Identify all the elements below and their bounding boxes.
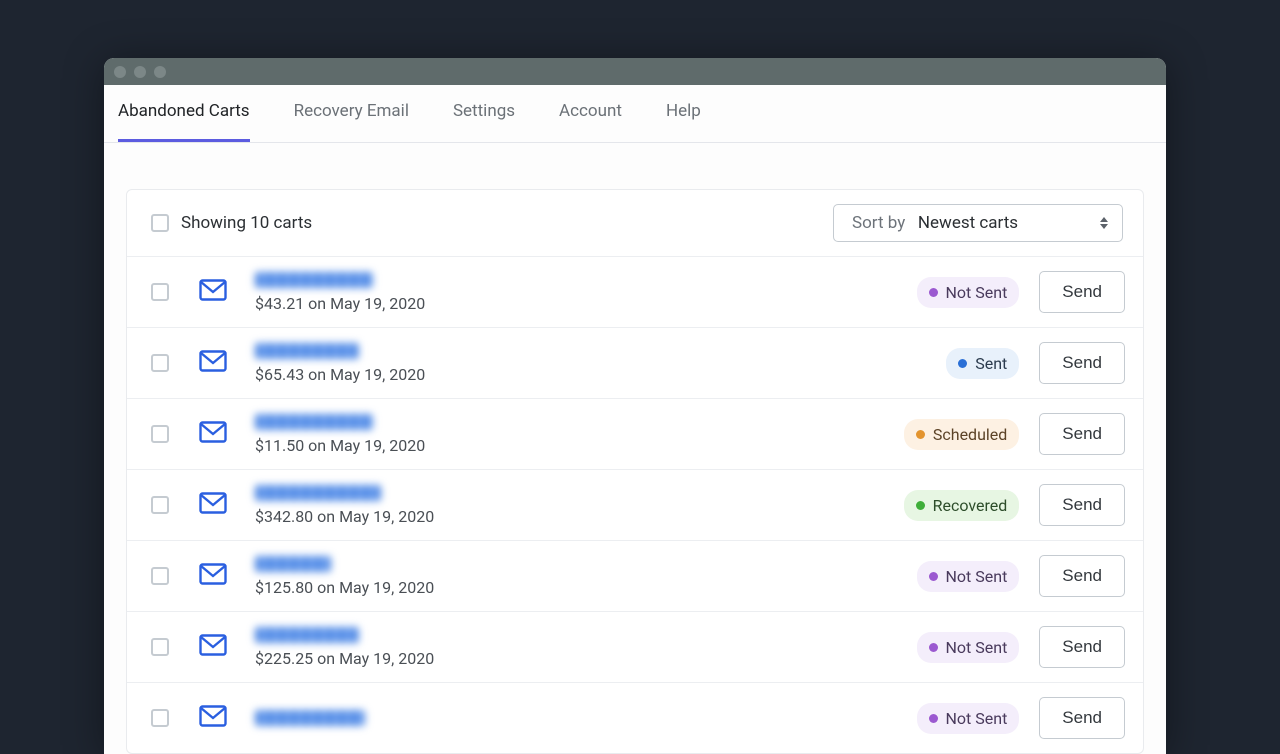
- row-info: [255, 710, 917, 726]
- status-badge: Not Sent: [917, 632, 1020, 663]
- cart-row: $342.80 on May 19, 2020 Recovered Send: [127, 469, 1143, 540]
- send-button[interactable]: Send: [1039, 555, 1125, 597]
- row-meta: $342.80 on May 19, 2020: [255, 507, 904, 526]
- row-checkbox[interactable]: [151, 354, 169, 372]
- row-checkbox[interactable]: [151, 567, 169, 585]
- mail-icon: [199, 421, 227, 443]
- status-dot-icon: [929, 288, 938, 297]
- content: Showing 10 carts Sort by Newest carts $4…: [104, 143, 1166, 754]
- titlebar: [104, 58, 1166, 85]
- tab-recovery-email[interactable]: Recovery Email: [294, 101, 409, 142]
- mail-icon: [199, 350, 227, 372]
- customer-name-redacted: [255, 556, 331, 572]
- status-text: Not Sent: [946, 709, 1008, 728]
- mail-icon[interactable]: [199, 705, 227, 731]
- status-text: Not Sent: [946, 283, 1008, 302]
- sort-label: Sort by: [852, 213, 905, 233]
- showing-count: Showing 10 carts: [181, 213, 312, 233]
- cart-row: $65.43 on May 19, 2020 Sent Send: [127, 327, 1143, 398]
- status-text: Not Sent: [946, 567, 1008, 586]
- status-text: Recovered: [933, 496, 1008, 515]
- mail-icon[interactable]: [199, 421, 227, 447]
- send-button[interactable]: Send: [1039, 413, 1125, 455]
- status-dot-icon: [958, 359, 967, 368]
- mail-icon[interactable]: [199, 634, 227, 660]
- send-button[interactable]: Send: [1039, 626, 1125, 668]
- row-meta: $43.21 on May 19, 2020: [255, 294, 917, 313]
- row-meta: $65.43 on May 19, 2020: [255, 365, 946, 384]
- mail-icon[interactable]: [199, 279, 227, 305]
- send-button[interactable]: Send: [1039, 484, 1125, 526]
- mail-icon: [199, 634, 227, 656]
- carts-card: Showing 10 carts Sort by Newest carts $4…: [126, 189, 1144, 754]
- status-text: Scheduled: [933, 425, 1007, 444]
- mail-icon: [199, 705, 227, 727]
- row-checkbox[interactable]: [151, 496, 169, 514]
- row-meta: $11.50 on May 19, 2020: [255, 436, 904, 455]
- status-text: Sent: [975, 354, 1007, 373]
- status-dot-icon: [916, 430, 925, 439]
- send-button[interactable]: Send: [1039, 697, 1125, 739]
- customer-name-redacted: [255, 343, 359, 359]
- row-info: $225.25 on May 19, 2020: [255, 627, 917, 668]
- status-dot-icon: [929, 572, 938, 581]
- status-dot-icon: [929, 714, 938, 723]
- window-max-dot[interactable]: [154, 66, 166, 78]
- select-all-checkbox[interactable]: [151, 214, 169, 232]
- mail-icon[interactable]: [199, 350, 227, 376]
- status-dot-icon: [916, 501, 925, 510]
- row-info: $65.43 on May 19, 2020: [255, 343, 946, 384]
- cart-row: $225.25 on May 19, 2020 Not Sent Send: [127, 611, 1143, 682]
- customer-name-redacted: [255, 710, 365, 726]
- cart-row: $125.80 on May 19, 2020 Not Sent Send: [127, 540, 1143, 611]
- tab-account[interactable]: Account: [559, 101, 622, 142]
- mail-icon: [199, 492, 227, 514]
- status-badge: Sent: [946, 348, 1019, 379]
- status-badge: Recovered: [904, 490, 1020, 521]
- row-meta: $125.80 on May 19, 2020: [255, 578, 917, 597]
- chevron-updown-icon: [1100, 217, 1108, 229]
- tab-help[interactable]: Help: [666, 101, 701, 142]
- customer-name-redacted: [255, 627, 359, 643]
- mail-icon: [199, 279, 227, 301]
- sort-dropdown[interactable]: Sort by Newest carts: [833, 204, 1123, 242]
- app-window: Abandoned Carts Recovery Email Settings Acc…: [104, 58, 1166, 754]
- status-text: Not Sent: [946, 638, 1008, 657]
- tab-settings[interactable]: Settings: [453, 101, 515, 142]
- tab-abandoned-carts[interactable]: Abandoned Carts: [118, 101, 250, 142]
- row-info: $11.50 on May 19, 2020: [255, 414, 904, 455]
- status-badge: Scheduled: [904, 419, 1019, 450]
- cart-row: $43.21 on May 19, 2020 Not Sent Send: [127, 256, 1143, 327]
- mail-icon: [199, 563, 227, 585]
- card-header: Showing 10 carts Sort by Newest carts: [127, 190, 1143, 256]
- window-close-dot[interactable]: [114, 66, 126, 78]
- row-info: $43.21 on May 19, 2020: [255, 272, 917, 313]
- row-meta: $225.25 on May 19, 2020: [255, 649, 917, 668]
- send-button[interactable]: Send: [1039, 342, 1125, 384]
- row-info: $125.80 on May 19, 2020: [255, 556, 917, 597]
- customer-name-redacted: [255, 272, 373, 288]
- status-badge: Not Sent: [917, 277, 1020, 308]
- customer-name-redacted: [255, 485, 381, 501]
- row-checkbox[interactable]: [151, 283, 169, 301]
- cart-row: $11.50 on May 19, 2020 Scheduled Send: [127, 398, 1143, 469]
- row-checkbox[interactable]: [151, 425, 169, 443]
- mail-icon[interactable]: [199, 563, 227, 589]
- send-button[interactable]: Send: [1039, 271, 1125, 313]
- window-min-dot[interactable]: [134, 66, 146, 78]
- status-dot-icon: [929, 643, 938, 652]
- tab-bar: Abandoned Carts Recovery Email Settings Acc…: [104, 85, 1166, 143]
- status-badge: Not Sent: [917, 703, 1020, 734]
- row-checkbox[interactable]: [151, 638, 169, 656]
- sort-value: Newest carts: [918, 213, 1018, 233]
- mail-icon[interactable]: [199, 492, 227, 518]
- cart-row: Not Sent Send: [127, 682, 1143, 753]
- status-badge: Not Sent: [917, 561, 1020, 592]
- row-info: $342.80 on May 19, 2020: [255, 485, 904, 526]
- row-checkbox[interactable]: [151, 709, 169, 727]
- customer-name-redacted: [255, 414, 373, 430]
